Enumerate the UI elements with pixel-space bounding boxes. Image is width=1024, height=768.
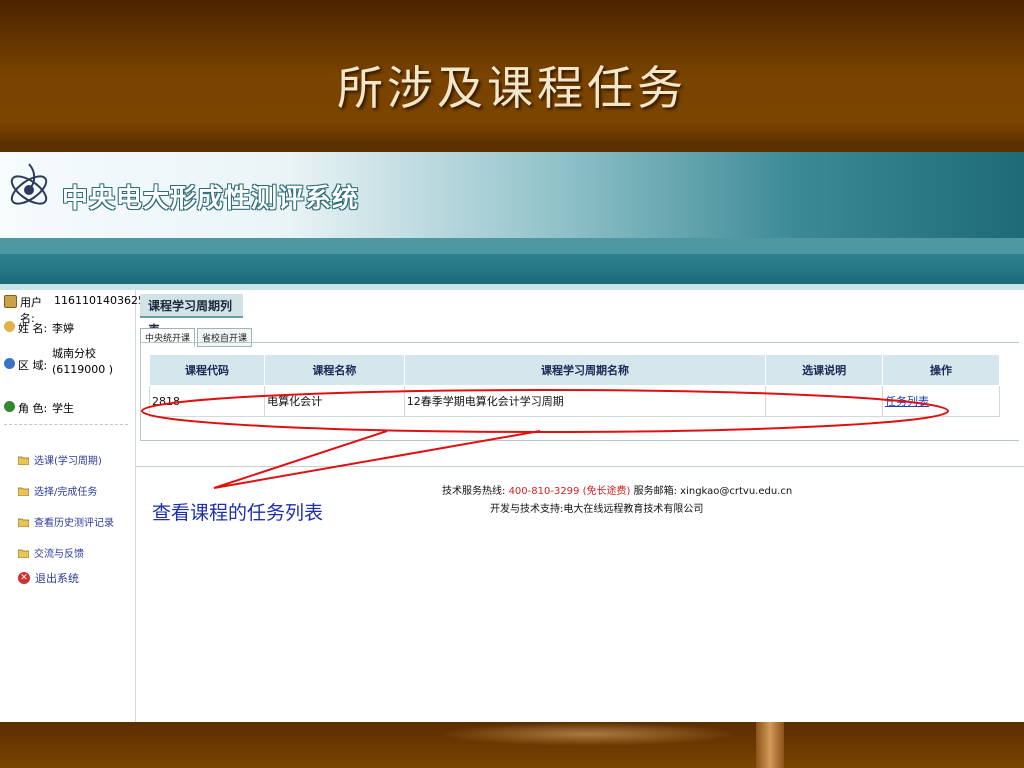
folder-icon [18, 487, 29, 496]
annotation-text: 查看课程的任务列表 [152, 502, 324, 524]
nav-item-tasks[interactable]: 选择/完成任务 [18, 483, 97, 498]
column-header: 操作 [882, 354, 1000, 386]
sidebar: 用户名: 1161101403625 姓 名: 李婷 区 域: 城南分校 (61… [0, 290, 145, 722]
task-list-link[interactable]: 任务列表 [885, 395, 929, 408]
user-row-name: 姓 名: 李婷 [4, 320, 74, 336]
header-band [0, 254, 1024, 284]
footer-divider [136, 466, 1024, 467]
user-row-role: 角 色: 学生 [4, 400, 74, 416]
nav-item-logout[interactable]: ✕ 退出系统 [18, 570, 79, 586]
username-value: 1161101403625 [54, 294, 145, 307]
app-banner: 中央电大形成性测评系统 [0, 152, 1024, 238]
nav-item-course-select[interactable]: 选课(学习周期) [18, 452, 102, 467]
exit-icon: ✕ [18, 572, 30, 584]
header-band [0, 238, 1024, 254]
name-value: 李婷 [52, 322, 74, 335]
panel-title: 课程学习周期列表 [140, 294, 243, 337]
user-card-icon [4, 295, 17, 308]
region-code: (6119000 ) [52, 363, 114, 376]
sidebar-divider [4, 424, 128, 425]
column-header: 课程代码 [148, 354, 266, 386]
slide-title: 所涉及课程任务 [337, 61, 687, 115]
course-code: 2818 [148, 385, 266, 417]
course-period: 12春季学期电算化会计学习周期 [403, 385, 767, 417]
slide-bottom-glow [438, 722, 738, 746]
table-frame: 课程代码 课程名称 课程学习周期名称 选课说明 操作 2818 电算化会计 12… [140, 342, 1019, 441]
course-name: 电算化会计 [264, 385, 405, 417]
course-table: 课程代码 课程名称 课程学习周期名称 选课说明 操作 2818 电算化会计 12… [148, 354, 1000, 417]
folder-icon [18, 549, 29, 558]
person-icon [4, 321, 15, 332]
nav-item-feedback[interactable]: 交流与反馈 [18, 545, 84, 560]
folder-icon [18, 518, 29, 527]
user-row-region: 区 域: 城南分校 (6119000 ) [4, 346, 113, 378]
role-value: 学生 [52, 402, 74, 415]
atom-logo-icon [10, 163, 48, 205]
globe-icon [4, 358, 15, 369]
column-header: 课程名称 [264, 354, 405, 386]
footer-hotline: 技术服务热线: 400-810-3299 (免长途费) 服务邮箱: xingka… [442, 486, 793, 497]
nav-item-history[interactable]: 查看历史测评记录 [18, 514, 114, 529]
role-icon [4, 401, 15, 412]
column-header: 课程学习周期名称 [403, 354, 767, 386]
folder-icon [18, 456, 29, 465]
slide-bottom-tab [756, 722, 784, 768]
course-note [765, 385, 884, 417]
footer-support: 开发与技术支持:电大在线远程教育技术有限公司 [490, 504, 704, 515]
support-email[interactable]: xingkao@crtvu.edu.cn [680, 486, 792, 497]
region-value: 城南分校 [52, 347, 96, 360]
table-row: 2818 电算化会计 12春季学期电算化会计学习周期 任务列表 [148, 385, 1000, 417]
toll-free-note: (免长途费) [582, 486, 631, 497]
column-header: 选课说明 [765, 354, 884, 386]
app-window: 中央电大形成性测评系统 用户名: 1161101403625 姓 名: 李婷 区… [0, 152, 1024, 722]
table-header-row: 课程代码 课程名称 课程学习周期名称 选课说明 操作 [148, 354, 1000, 386]
app-title: 中央电大形成性测评系统 [62, 184, 360, 214]
hotline-number: 400-810-3299 [508, 486, 580, 497]
